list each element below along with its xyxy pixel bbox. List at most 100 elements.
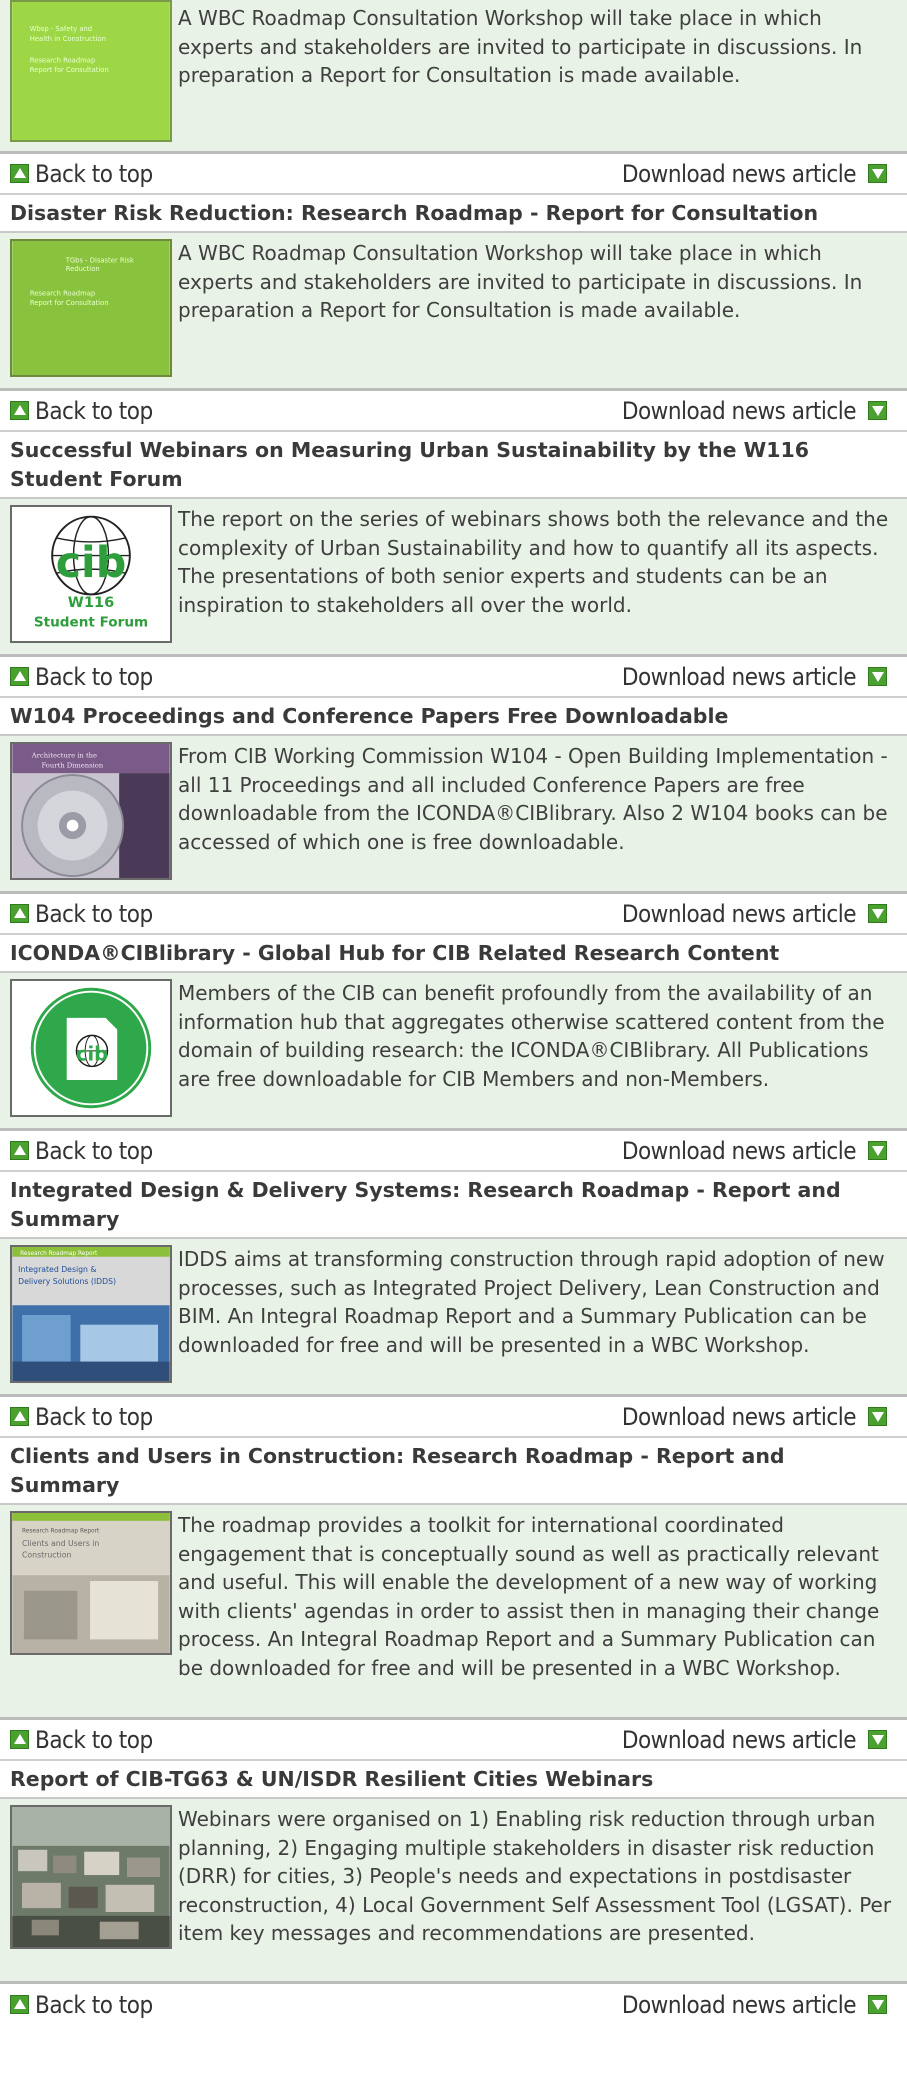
thumb-line: Architecture in the bbox=[31, 752, 97, 760]
back-to-top-label: Back to top bbox=[35, 1402, 153, 1431]
arrow-up-icon bbox=[10, 401, 29, 420]
news-article: ICONDA®CIBlibrary - Global Hub for CIB R… bbox=[0, 935, 907, 1172]
back-to-top-label: Back to top bbox=[35, 159, 153, 188]
article-title[interactable]: ICONDA®CIBlibrary - Global Hub for CIB R… bbox=[0, 935, 907, 973]
article-nav: Back to top Download news article bbox=[0, 1128, 907, 1172]
news-article: Integrated Design & Delivery Systems: Re… bbox=[0, 1172, 907, 1438]
news-article: Disaster Risk Reduction: Research Roadma… bbox=[0, 195, 907, 432]
download-label: Download news article bbox=[621, 1402, 857, 1431]
article-title[interactable]: Report of CIB-TG63 & UN/ISDR Resilient C… bbox=[0, 1761, 907, 1799]
article-nav: Back to top Download news article bbox=[0, 1981, 907, 2025]
thumb-line: W116 bbox=[68, 594, 114, 611]
report-cover-image: Research Roadmap Report Integrated Desig… bbox=[12, 1247, 170, 1381]
thumb-line: Student Forum bbox=[34, 614, 148, 630]
article-thumbnail[interactable]: Research Roadmap Report Clients and User… bbox=[10, 1511, 172, 1655]
download-news-article-link[interactable]: Download news article bbox=[622, 1403, 897, 1431]
thumb-line: Research Roadmap bbox=[30, 56, 96, 64]
article-title[interactable]: Successful Webinars on Measuring Urban S… bbox=[0, 432, 907, 499]
article-thumbnail[interactable]: Research Roadmap Report Integrated Desig… bbox=[10, 1245, 172, 1383]
download-label: Download news article bbox=[621, 899, 857, 928]
article-thumbnail[interactable]: cib W116 Student Forum bbox=[10, 505, 172, 643]
thumb-line: cib bbox=[56, 538, 127, 588]
article-title[interactable]: Disaster Risk Reduction: Research Roadma… bbox=[0, 195, 907, 233]
thumb-line: Research Roadmap bbox=[30, 289, 95, 297]
article-thumbnail[interactable] bbox=[10, 1805, 172, 1949]
thumb-line: Construction bbox=[22, 1551, 72, 1560]
news-article: W104 Proceedings and Conference Papers F… bbox=[0, 698, 907, 935]
iconda-cib-library-logo: cib bbox=[12, 981, 170, 1115]
arrow-down-icon bbox=[868, 401, 887, 420]
report-cover-image: TGbs - Disaster Risk Reduction Research … bbox=[12, 241, 170, 375]
article-nav: Back to top Download news article bbox=[0, 1717, 907, 1761]
w116-student-forum-logo: cib W116 Student Forum bbox=[12, 507, 170, 641]
back-to-top-link[interactable]: Back to top bbox=[10, 1991, 153, 2019]
back-to-top-label: Back to top bbox=[35, 1990, 153, 2019]
download-news-article-link[interactable]: Download news article bbox=[622, 1991, 897, 2019]
news-article: Wbsp - Safety and Health in Construction… bbox=[0, 0, 907, 195]
back-to-top-link[interactable]: Back to top bbox=[10, 1726, 153, 1754]
thumb-line: Health in Construction bbox=[30, 35, 106, 43]
download-news-article-link[interactable]: Download news article bbox=[622, 900, 897, 928]
article-body: Webinars were organised on 1) Enabling r… bbox=[0, 1799, 907, 1981]
news-list: Wbsp - Safety and Health in Construction… bbox=[0, 0, 907, 2025]
report-cover-image: Research Roadmap Report Clients and User… bbox=[12, 1513, 170, 1653]
thumb-line: Integrated Design & bbox=[18, 1265, 96, 1274]
article-body: Wbsp - Safety and Health in Construction… bbox=[0, 0, 907, 151]
download-label: Download news article bbox=[621, 662, 857, 691]
download-news-article-link[interactable]: Download news article bbox=[622, 160, 897, 188]
download-news-article-link[interactable]: Download news article bbox=[622, 397, 897, 425]
download-label: Download news article bbox=[621, 1725, 857, 1754]
download-label: Download news article bbox=[621, 1990, 857, 2019]
thumb-line: Delivery Solutions (IDDS) bbox=[18, 1277, 116, 1286]
back-to-top-link[interactable]: Back to top bbox=[10, 397, 153, 425]
arrow-up-icon bbox=[10, 1407, 29, 1426]
back-to-top-label: Back to top bbox=[35, 662, 153, 691]
news-article: Clients and Users in Construction: Resea… bbox=[0, 1438, 907, 1761]
download-news-article-link[interactable]: Download news article bbox=[622, 1726, 897, 1754]
arrow-up-icon bbox=[10, 904, 29, 923]
download-news-article-link[interactable]: Download news article bbox=[622, 663, 897, 691]
arrow-down-icon bbox=[868, 904, 887, 923]
thumb-line: Report for Consultation bbox=[30, 66, 109, 74]
article-body: cib W116 Student Forum The report on the… bbox=[0, 499, 907, 654]
arrow-down-icon bbox=[868, 1730, 887, 1749]
thumb-line: Reduction bbox=[66, 265, 100, 273]
article-body: Architecture in the Fourth Dimension Fro… bbox=[0, 736, 907, 891]
article-body: Research Roadmap Report Integrated Desig… bbox=[0, 1239, 907, 1394]
article-nav: Back to top Download news article bbox=[0, 654, 907, 698]
article-title[interactable]: Integrated Design & Delivery Systems: Re… bbox=[0, 1172, 907, 1239]
article-thumbnail[interactable]: cib bbox=[10, 979, 172, 1117]
article-title[interactable]: W104 Proceedings and Conference Papers F… bbox=[0, 698, 907, 736]
download-label: Download news article bbox=[621, 1136, 857, 1165]
download-news-article-link[interactable]: Download news article bbox=[622, 1137, 897, 1165]
back-to-top-link[interactable]: Back to top bbox=[10, 160, 153, 188]
download-label: Download news article bbox=[621, 159, 857, 188]
thumb-line: Report for Consultation bbox=[30, 299, 109, 307]
article-body: Research Roadmap Report Clients and User… bbox=[0, 1505, 907, 1717]
arrow-down-icon bbox=[868, 667, 887, 686]
thumb-line: Clients and Users in bbox=[22, 1539, 99, 1548]
back-to-top-link[interactable]: Back to top bbox=[10, 1403, 153, 1431]
arrow-up-icon bbox=[10, 1141, 29, 1160]
article-nav: Back to top Download news article bbox=[0, 891, 907, 935]
thumb-line: Wbsp - Safety and bbox=[30, 25, 92, 33]
download-label: Download news article bbox=[621, 396, 857, 425]
thumb-line: Fourth Dimension bbox=[41, 761, 103, 769]
article-thumbnail[interactable]: Architecture in the Fourth Dimension bbox=[10, 742, 172, 880]
arrow-down-icon bbox=[868, 1407, 887, 1426]
article-thumbnail[interactable]: Wbsp - Safety and Health in Construction… bbox=[10, 0, 172, 142]
thumb-line: cib bbox=[76, 1043, 108, 1066]
arrow-up-icon bbox=[10, 667, 29, 686]
back-to-top-link[interactable]: Back to top bbox=[10, 900, 153, 928]
back-to-top-label: Back to top bbox=[35, 1136, 153, 1165]
back-to-top-link[interactable]: Back to top bbox=[10, 663, 153, 691]
back-to-top-link[interactable]: Back to top bbox=[10, 1137, 153, 1165]
arrow-down-icon bbox=[868, 1141, 887, 1160]
article-nav: Back to top Download news article bbox=[0, 388, 907, 432]
article-nav: Back to top Download news article bbox=[0, 1394, 907, 1438]
back-to-top-label: Back to top bbox=[35, 899, 153, 928]
article-thumbnail[interactable]: TGbs - Disaster Risk Reduction Research … bbox=[10, 239, 172, 377]
arrow-up-icon bbox=[10, 164, 29, 183]
article-title[interactable]: Clients and Users in Construction: Resea… bbox=[0, 1438, 907, 1505]
report-cover-image: Wbsp - Safety and Health in Construction… bbox=[12, 2, 170, 140]
